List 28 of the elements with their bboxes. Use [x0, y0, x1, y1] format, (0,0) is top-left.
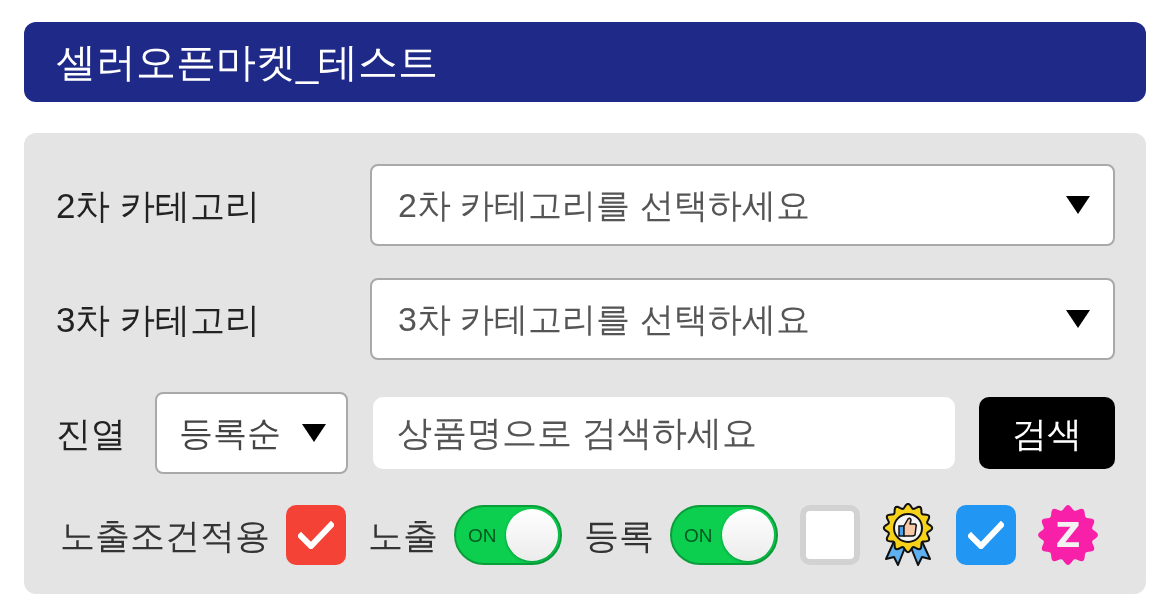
field-label: 2차 카테고리 — [56, 187, 262, 223]
checkbox[interactable] — [286, 505, 346, 565]
page-title: 셀러오픈마켓_테스트 — [56, 42, 439, 82]
option-label: 노출 — [368, 517, 438, 553]
category-select[interactable]: 3차 카테고리를 선택하세요 — [370, 278, 1115, 360]
toggle-knob — [722, 509, 774, 561]
toggle-label: ON — [468, 525, 497, 545]
sort-select[interactable]: 등록순 — [155, 392, 348, 474]
search-button[interactable]: 검색 — [979, 397, 1115, 469]
category-select[interactable]: 2차 카테고리를 선택하세요 — [370, 164, 1115, 246]
toggle-switch[interactable]: ON — [670, 505, 778, 565]
field-label: 3차 카테고리 — [56, 301, 262, 337]
checkmark-icon — [968, 521, 1004, 549]
toggle-label: ON — [684, 525, 713, 545]
checkbox[interactable] — [956, 505, 1016, 565]
option-label: 등록 — [584, 517, 654, 553]
search-field[interactable]: 상품명으로 검색하세요 — [373, 397, 956, 469]
award-ribbon-thumbs-up-icon — [882, 503, 934, 567]
caret-icon — [1066, 310, 1090, 328]
toggle-switch[interactable]: ON — [454, 505, 562, 565]
option-label: 노출조건적용 — [60, 517, 270, 553]
field-label: 진열 — [56, 415, 127, 451]
checkbox[interactable] — [800, 505, 860, 565]
z-badge: Z — [1038, 505, 1098, 565]
checkmark-icon — [298, 521, 334, 549]
toggle-knob — [506, 509, 558, 561]
caret-icon — [302, 424, 326, 442]
caret-icon — [1066, 196, 1090, 214]
